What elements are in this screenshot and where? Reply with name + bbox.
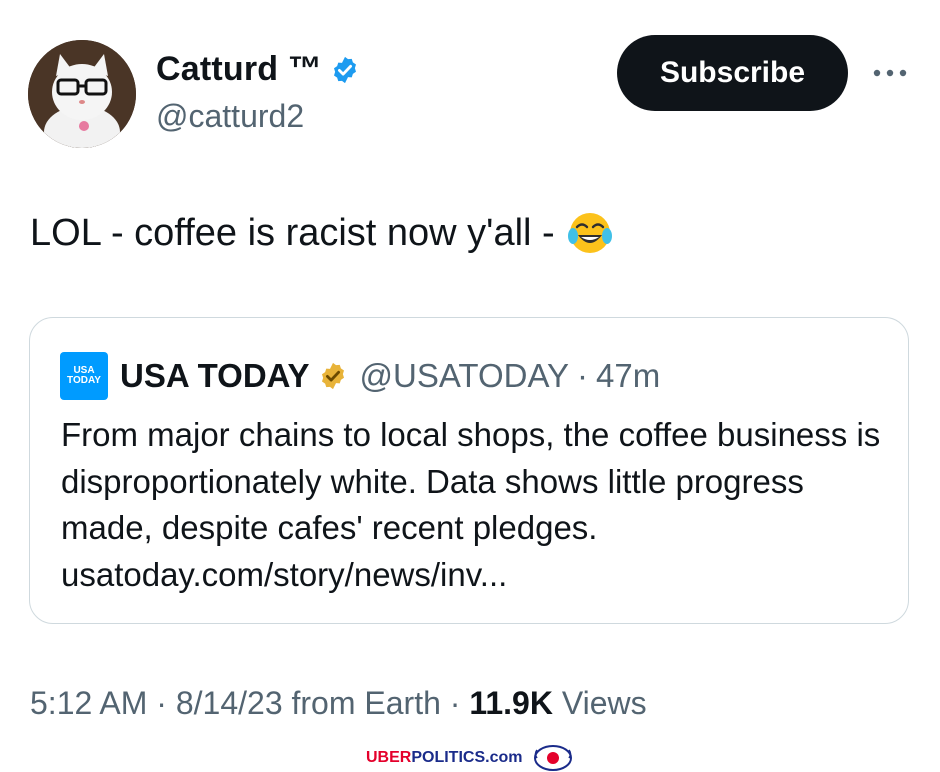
- author-name-row: Catturd ™: [156, 50, 360, 89]
- cat-avatar-image: [28, 40, 136, 148]
- lion-crest-icon: [534, 745, 573, 771]
- tweet-text: LOL - coffee is racist now y'all -: [30, 210, 613, 256]
- quoted-tweet-card[interactable]: USA TODAY USA TODAY @USATODAY · 47m From…: [29, 317, 909, 624]
- quoted-author-name[interactable]: USA TODAY: [120, 357, 310, 395]
- watermark-politics: POLITICS.com: [411, 749, 523, 766]
- quoted-tweet-time[interactable]: 47m: [596, 357, 660, 395]
- views-count: 11.9K: [469, 685, 553, 721]
- more-horizontal-icon[interactable]: [872, 66, 908, 80]
- tweet-text-content: LOL - coffee is racist now y'all -: [30, 211, 555, 254]
- author-handle[interactable]: @catturd2: [156, 98, 304, 135]
- avatar[interactable]: [28, 40, 136, 148]
- views-label: Views: [561, 685, 647, 721]
- gold-verified-badge-icon: [321, 362, 344, 390]
- face-with-tears-of-joy-icon: [567, 213, 612, 253]
- separator-dot: ·: [577, 357, 589, 394]
- logo-line-2: TODAY: [67, 375, 101, 386]
- quoted-tweet-header: USA TODAY USA TODAY @USATODAY · 47m: [60, 352, 660, 400]
- separator-dot: ·: [449, 685, 461, 721]
- separator-dot: ·: [156, 685, 167, 721]
- quoted-tweet-body: From major chains to local shops, the co…: [61, 416, 881, 593]
- verified-badge-icon: [334, 56, 357, 83]
- subscribe-button[interactable]: Subscribe: [617, 35, 848, 111]
- watermark: UBER POLITICS.com: [366, 744, 596, 772]
- tweet-meta-footer: 5:12 AM · 8/14/23 from Earth · 11.9K Vie…: [30, 685, 647, 722]
- tweet-time[interactable]: 5:12 AM: [30, 685, 147, 721]
- watermark-uber: UBER: [366, 749, 412, 766]
- usa-today-logo: USA TODAY: [60, 352, 108, 400]
- tweet-date[interactable]: 8/14/23: [176, 685, 283, 721]
- author-display-name[interactable]: Catturd ™: [156, 50, 322, 89]
- quoted-author-handle[interactable]: @USATODAY: [360, 357, 570, 395]
- tweet-source: from Earth: [291, 685, 441, 721]
